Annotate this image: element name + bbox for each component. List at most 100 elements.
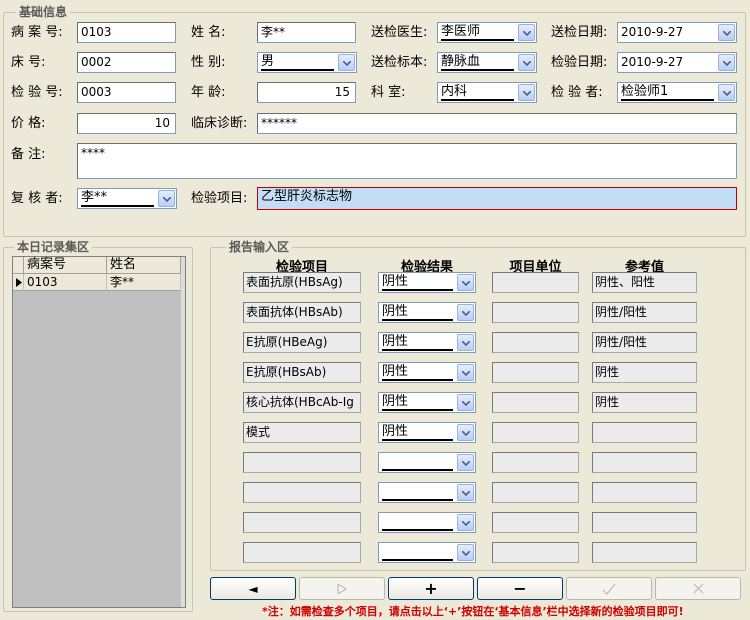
report-unit-cell[interactable]: [492, 272, 579, 293]
report-result-dropdown-button[interactable]: [457, 304, 474, 321]
diagnosis-label: 临床诊断:: [191, 116, 248, 131]
name-field[interactable]: 李**: [257, 22, 356, 43]
report-result-select[interactable]: 阴性: [378, 392, 476, 413]
reviewer-value: 李**: [81, 190, 154, 207]
report-result-select[interactable]: 阴性: [378, 272, 476, 293]
report-unit-cell[interactable]: [492, 332, 579, 353]
report-unit-cell[interactable]: [492, 512, 579, 533]
checkmark-icon: [602, 583, 616, 595]
report-result-dropdown-button[interactable]: [457, 454, 474, 471]
remark-field[interactable]: ****: [77, 143, 737, 179]
gender-dropdown-button[interactable]: [338, 54, 355, 71]
report-unit-cell[interactable]: [492, 302, 579, 323]
usage-note: *注：如需检查多个项目，请点击以上‘+’按钮在‘基本信息’栏中选择新的检验项目即…: [262, 605, 684, 618]
chevron-down-icon: [462, 521, 470, 526]
inspector-value: 检验师1: [621, 84, 714, 101]
close-icon: [693, 583, 703, 594]
report-unit-cell[interactable]: [492, 362, 579, 383]
specimen-select[interactable]: 静脉血: [437, 52, 537, 73]
case-no-field[interactable]: 0103: [77, 22, 176, 43]
next-button[interactable]: [299, 577, 385, 600]
report-result-dropdown-button[interactable]: [457, 274, 474, 291]
test-item-field[interactable]: 乙型肝炎标志物: [257, 187, 737, 210]
report-ref-cell: [592, 422, 697, 443]
report-result-value: [382, 454, 453, 471]
records-header-name[interactable]: 姓名: [107, 257, 181, 274]
report-result-dropdown-button[interactable]: [457, 394, 474, 411]
report-result-dropdown-button[interactable]: [457, 364, 474, 381]
chevron-down-icon: [462, 281, 470, 286]
price-field[interactable]: 10: [77, 113, 176, 134]
report-result-dropdown-button[interactable]: [457, 544, 474, 561]
gender-select[interactable]: 男: [257, 52, 357, 73]
bed-field[interactable]: 0002: [77, 52, 176, 73]
chevron-down-icon: [523, 91, 531, 96]
remove-button[interactable]: −: [477, 577, 563, 600]
report-item-cell: [243, 512, 361, 533]
report-unit-cell[interactable]: [492, 422, 579, 443]
report-result-dropdown-button[interactable]: [457, 484, 474, 501]
confirm-button[interactable]: [566, 577, 652, 600]
test-date-dropdown-button[interactable]: [718, 54, 735, 71]
report-item-cell: E抗原(HBsAb): [243, 362, 361, 383]
report-ref-cell: [592, 452, 697, 473]
report-item-cell: 模式: [243, 422, 361, 443]
test-date-picker[interactable]: 2010-9-27: [617, 52, 737, 73]
records-scrollbar[interactable]: [181, 257, 185, 607]
doctor-dropdown-button[interactable]: [518, 24, 535, 41]
report-item-cell: 核心抗体(HBcAb-Ig: [243, 392, 361, 413]
chevron-down-icon: [462, 551, 470, 556]
inspector-select[interactable]: 检验师1: [617, 82, 737, 103]
chevron-down-icon: [523, 31, 531, 36]
dept-select[interactable]: 内科: [437, 82, 537, 103]
dept-value: 内科: [441, 84, 514, 101]
prev-button[interactable]: ◄: [210, 577, 296, 600]
doctor-select[interactable]: 李医师: [437, 22, 537, 43]
report-result-dropdown-button[interactable]: [457, 514, 474, 531]
report-result-select[interactable]: 阴性: [378, 422, 476, 443]
test-date-label: 检验日期:: [551, 55, 608, 70]
specimen-value: 静脉血: [441, 54, 514, 71]
chevron-down-icon: [163, 197, 171, 202]
cancel-button[interactable]: [655, 577, 741, 600]
report-item-cell: 表面抗体(HBsAb): [243, 302, 361, 323]
reviewer-select[interactable]: 李**: [77, 188, 177, 209]
report-result-select[interactable]: [378, 542, 476, 563]
dept-dropdown-button[interactable]: [518, 84, 535, 101]
remark-label: 备 注:: [11, 147, 46, 162]
report-unit-cell[interactable]: [492, 482, 579, 503]
report-ref-cell: 阴性: [592, 362, 697, 383]
chevron-down-icon: [723, 61, 731, 66]
report-result-select[interactable]: [378, 512, 476, 533]
report-result-select[interactable]: 阴性: [378, 332, 476, 353]
age-field[interactable]: 15: [257, 82, 356, 103]
records-header-case-no[interactable]: 病案号: [24, 257, 107, 274]
report-result-value: [382, 514, 453, 531]
inspector-dropdown-button[interactable]: [718, 84, 735, 101]
report-unit-cell[interactable]: [492, 392, 579, 413]
chevron-down-icon: [343, 61, 351, 66]
gender-value: 男: [261, 54, 334, 71]
report-result-dropdown-button[interactable]: [457, 424, 474, 441]
reviewer-dropdown-button[interactable]: [158, 190, 175, 207]
report-result-select[interactable]: 阴性: [378, 302, 476, 323]
report-unit-cell[interactable]: [492, 542, 579, 563]
add-button[interactable]: +: [388, 577, 474, 600]
diagnosis-field[interactable]: ******: [257, 113, 737, 134]
send-date-picker[interactable]: 2010-9-27: [617, 22, 737, 43]
test-no-field[interactable]: 0003: [77, 82, 176, 103]
chevron-down-icon: [723, 91, 731, 96]
report-result-value: 阴性: [382, 334, 453, 351]
current-row-arrow-icon: [16, 278, 22, 287]
report-unit-cell[interactable]: [492, 452, 579, 473]
report-result-select[interactable]: [378, 482, 476, 503]
report-result-select[interactable]: 阴性: [378, 362, 476, 383]
send-date-dropdown-button[interactable]: [718, 24, 735, 41]
records-grid[interactable]: 病案号 姓名 0103 李**: [12, 256, 186, 608]
report-item-cell: [243, 452, 361, 473]
report-result-select[interactable]: [378, 452, 476, 473]
report-result-dropdown-button[interactable]: [457, 334, 474, 351]
records-row[interactable]: 0103 李**: [13, 274, 185, 291]
records-title: 本日记录集区: [14, 240, 93, 254]
specimen-dropdown-button[interactable]: [518, 54, 535, 71]
